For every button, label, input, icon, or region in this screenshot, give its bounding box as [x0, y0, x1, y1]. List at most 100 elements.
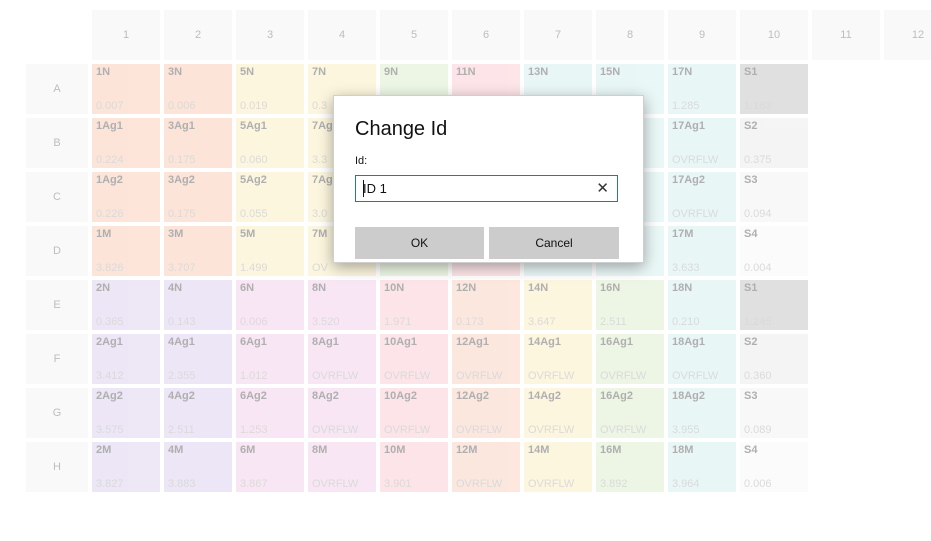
well-B1[interactable]: 1Ag1 0.224: [92, 118, 160, 168]
well-H1[interactable]: 2M 3.827: [92, 442, 160, 492]
well-value: 0.089: [744, 424, 772, 436]
column-header-6: 6: [452, 10, 520, 60]
well-value: 3.901: [384, 478, 412, 490]
well-E3[interactable]: 6N 0.006: [236, 280, 304, 330]
well-C12[interactable]: [884, 172, 931, 222]
well-F6[interactable]: 12Ag1 OVRFLW: [452, 334, 520, 384]
well-id: 17Ag1: [672, 120, 706, 132]
well-E4[interactable]: 8N 3.520: [308, 280, 376, 330]
well-value: 3.0: [312, 208, 328, 220]
well-F10[interactable]: S2 0.360: [740, 334, 808, 384]
well-A3[interactable]: 5N 0.019: [236, 64, 304, 114]
well-F1[interactable]: 2Ag1 3.412: [92, 334, 160, 384]
well-A11[interactable]: [812, 64, 880, 114]
well-value: 0.143: [168, 316, 196, 328]
well-id: 5M: [240, 228, 256, 240]
well-G9[interactable]: 18Ag2 3.955: [668, 388, 736, 438]
well-D3[interactable]: 5M 1.499: [236, 226, 304, 276]
well-A2[interactable]: 3N 0.006: [164, 64, 232, 114]
well-H4[interactable]: 8M OVRFLW: [308, 442, 376, 492]
well-id: 1Ag1: [96, 120, 123, 132]
well-E11[interactable]: [812, 280, 880, 330]
well-C2[interactable]: 3Ag2 0.175: [164, 172, 232, 222]
well-F3[interactable]: 6Ag1 1.012: [236, 334, 304, 384]
well-A10[interactable]: S1 1.183: [740, 64, 808, 114]
well-G2[interactable]: 4Ag2 2.511: [164, 388, 232, 438]
well-G3[interactable]: 6Ag2 1.253: [236, 388, 304, 438]
well-F5[interactable]: 10Ag1 OVRFLW: [380, 334, 448, 384]
well-B3[interactable]: 5Ag1 0.060: [236, 118, 304, 168]
well-value: 2.511: [600, 316, 627, 328]
well-E12[interactable]: [884, 280, 931, 330]
well-G11[interactable]: [812, 388, 880, 438]
well-id: 17M: [672, 228, 694, 240]
well-H2[interactable]: 4M 3.883: [164, 442, 232, 492]
well-E8[interactable]: 16N 2.511: [596, 280, 664, 330]
well-value: OVRFLW: [528, 370, 575, 382]
clear-icon[interactable]: ✕: [596, 179, 609, 197]
well-D2[interactable]: 3M 3.707: [164, 226, 232, 276]
well-G10[interactable]: S3 0.089: [740, 388, 808, 438]
well-A1[interactable]: 1N 0.007: [92, 64, 160, 114]
well-H7[interactable]: 14M OVRFLW: [524, 442, 592, 492]
column-header-5: 5: [380, 10, 448, 60]
id-input[interactable]: ID 1 ✕: [355, 175, 618, 202]
well-G12[interactable]: [884, 388, 931, 438]
well-H12[interactable]: [884, 442, 931, 492]
well-D10[interactable]: S4 0.004: [740, 226, 808, 276]
well-D12[interactable]: [884, 226, 931, 276]
well-H10[interactable]: S4 0.006: [740, 442, 808, 492]
well-id: 6M: [240, 444, 256, 456]
well-F11[interactable]: [812, 334, 880, 384]
well-F9[interactable]: 18Ag1 OVRFLW: [668, 334, 736, 384]
well-B11[interactable]: [812, 118, 880, 168]
well-D1[interactable]: 1M 3.826: [92, 226, 160, 276]
well-G8[interactable]: 16Ag2 OVRFLW: [596, 388, 664, 438]
well-id: 17Ag2: [672, 174, 706, 186]
well-E1[interactable]: 2N 0.365: [92, 280, 160, 330]
well-C1[interactable]: 1Ag2 0.226: [92, 172, 160, 222]
well-C3[interactable]: 5Ag2 0.055: [236, 172, 304, 222]
well-F12[interactable]: [884, 334, 931, 384]
well-E2[interactable]: 4N 0.143: [164, 280, 232, 330]
well-C11[interactable]: [812, 172, 880, 222]
well-id: S3: [744, 174, 758, 186]
well-H11[interactable]: [812, 442, 880, 492]
well-F2[interactable]: 4Ag1 2.355: [164, 334, 232, 384]
well-value: 0.006: [240, 316, 268, 328]
well-H5[interactable]: 10M 3.901: [380, 442, 448, 492]
well-C9[interactable]: 17Ag2 OVRFLW: [668, 172, 736, 222]
well-E10[interactable]: S1 1.245: [740, 280, 808, 330]
well-value: OVRFLW: [456, 370, 503, 382]
well-E6[interactable]: 12N 0.173: [452, 280, 520, 330]
cancel-button[interactable]: Cancel: [489, 227, 619, 259]
well-B12[interactable]: [884, 118, 931, 168]
well-E5[interactable]: 10N 1.971: [380, 280, 448, 330]
well-D11[interactable]: [812, 226, 880, 276]
row-header-C: C: [26, 172, 88, 222]
well-H3[interactable]: 6M 3.867: [236, 442, 304, 492]
well-B2[interactable]: 3Ag1 0.175: [164, 118, 232, 168]
well-C10[interactable]: S3 0.094: [740, 172, 808, 222]
well-G7[interactable]: 14Ag2 OVRFLW: [524, 388, 592, 438]
well-B9[interactable]: 17Ag1 OVRFLW: [668, 118, 736, 168]
well-E7[interactable]: 14N 3.647: [524, 280, 592, 330]
well-G5[interactable]: 10Ag2 OVRFLW: [380, 388, 448, 438]
well-H9[interactable]: 18M 3.964: [668, 442, 736, 492]
well-F7[interactable]: 14Ag1 OVRFLW: [524, 334, 592, 384]
well-B10[interactable]: S2 0.375: [740, 118, 808, 168]
well-F4[interactable]: 8Ag1 OVRFLW: [308, 334, 376, 384]
well-value: OVRFLW: [384, 370, 431, 382]
well-G1[interactable]: 2Ag2 3.575: [92, 388, 160, 438]
well-F8[interactable]: 16Ag1 OVRFLW: [596, 334, 664, 384]
well-G6[interactable]: 12Ag2 OVRFLW: [452, 388, 520, 438]
well-G4[interactable]: 8Ag2 OVRFLW: [308, 388, 376, 438]
well-H8[interactable]: 16M 3.892: [596, 442, 664, 492]
well-E9[interactable]: 18N 0.210: [668, 280, 736, 330]
well-A9[interactable]: 17N 1.285: [668, 64, 736, 114]
well-H6[interactable]: 12M OVRFLW: [452, 442, 520, 492]
column-header-9: 9: [668, 10, 736, 60]
well-D9[interactable]: 17M 3.633: [668, 226, 736, 276]
well-A12[interactable]: [884, 64, 931, 114]
ok-button[interactable]: OK: [355, 227, 484, 259]
